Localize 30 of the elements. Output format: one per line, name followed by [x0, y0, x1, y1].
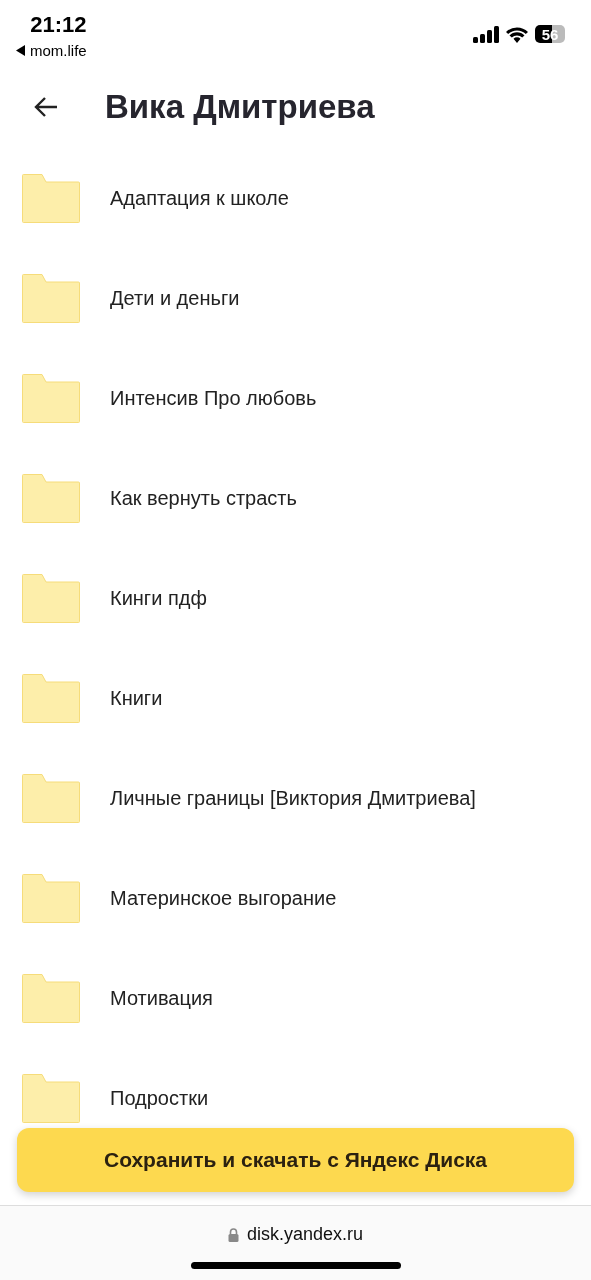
folder-name[interactable]: Подростки — [110, 1086, 209, 1110]
clock-time: 21:12 — [29, 12, 87, 38]
folder-icon — [22, 873, 80, 923]
folder-name[interactable]: Мотивация — [110, 986, 213, 1010]
back-triangle-icon[interactable] — [16, 45, 25, 56]
folder-name[interactable]: Кинги пдф — [110, 586, 207, 610]
folder-name[interactable]: Как вернуть страсть — [110, 486, 297, 510]
page-url[interactable]: disk.yandex.ru — [246, 1224, 364, 1245]
folder-icon — [22, 773, 80, 823]
save-download-button[interactable]: Сохранить и скачать с Яндекс Диска — [17, 1128, 574, 1192]
folder-icon — [22, 573, 80, 623]
wifi-icon — [505, 25, 529, 43]
folder-name[interactable]: Дети и деньги — [110, 286, 240, 310]
signal-icon — [473, 25, 499, 43]
folder-name[interactable]: Адаптация к школе — [110, 186, 289, 210]
folder-icon — [22, 973, 80, 1023]
folder-icon — [22, 1073, 80, 1123]
folder-name[interactable]: Интенсив Про любовь — [110, 386, 317, 410]
folder-name[interactable]: Материнское выгорание — [110, 886, 337, 910]
folder-icon — [22, 273, 80, 323]
folder-icon — [22, 473, 80, 523]
lock-icon — [227, 1227, 239, 1242]
folder-icon — [22, 373, 80, 423]
folder-name[interactable]: Книги — [110, 686, 163, 710]
page-title: Вика Дмитриева — [105, 88, 375, 126]
back-arrow-icon[interactable] — [33, 95, 59, 119]
folder-name[interactable]: Личные границы [Виктория Дмитриева] — [110, 786, 476, 810]
folder-icon — [22, 173, 80, 223]
folder-icon — [22, 673, 80, 723]
back-app-link[interactable]: mom.life — [30, 42, 87, 59]
